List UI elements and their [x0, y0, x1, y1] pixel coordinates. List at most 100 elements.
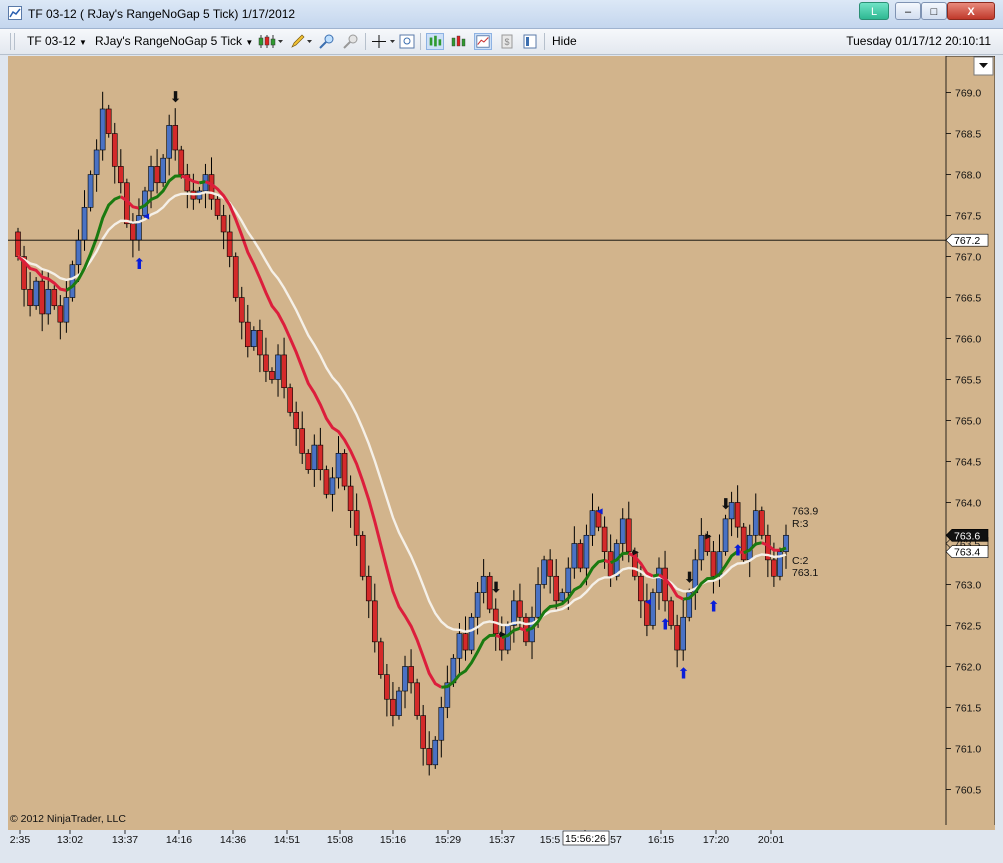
candle-down [57, 305, 64, 323]
last-price-label: 763.6 [954, 530, 980, 542]
candle-up [81, 207, 88, 241]
price-chart[interactable]: ⬆ ⬆ ⬆ ⬆ ⬆ ⬇ ⬇ ⬇ ⬇ ◀ ▶ ◀ ▶ ◀ ▶ 769.0 768.5 768.0 767.5 767.… [8, 56, 995, 830]
hide-button[interactable]: Hide [552, 34, 577, 48]
candle-down [299, 428, 306, 454]
bar-info-text: R:3 [792, 518, 809, 530]
candle-down [759, 510, 765, 536]
chart-trader-icon[interactable] [521, 33, 539, 50]
candle-up [474, 592, 481, 618]
crosshair-icon[interactable] [371, 33, 397, 50]
instrument-selector[interactable]: TF 03-12 ▼ [27, 34, 87, 48]
candle-down [323, 469, 330, 495]
candle-down [577, 543, 584, 569]
candle-down [390, 698, 396, 716]
time-axis: 2:35 13:02 13:37 14:16 14:36 14:51 15:08 15:16 1… [0, 830, 1003, 860]
candle-down [269, 371, 275, 380]
candle-down [214, 198, 221, 216]
price-tick-label: 761.0 [955, 743, 981, 755]
buy-arrow-icon: ⬆ [659, 616, 672, 634]
close-button[interactable]: X [947, 2, 995, 20]
time-tick-label: 15:16 [380, 834, 406, 846]
price-tick-label: 767.0 [955, 252, 981, 264]
candle-down [281, 354, 287, 389]
price-tick-label: 762.5 [955, 620, 981, 632]
candle-down [408, 666, 414, 684]
price-tick-label: 768.0 [955, 170, 981, 182]
candle-down [414, 682, 420, 716]
svg-text:$: $ [505, 37, 510, 47]
bars-type-selector[interactable]: RJay's RangeNoGap 5 Tick ▼ [95, 34, 253, 48]
crosshair-time-label: 15:56:26 [565, 833, 606, 845]
toolbar-separator [544, 33, 545, 50]
signal-marker-icon: ▶ [705, 531, 712, 540]
candle-down [178, 149, 185, 175]
candle-up [583, 534, 590, 569]
copyright-text: © 2012 NinjaTrader, LLC [10, 813, 126, 825]
candle-up [136, 215, 142, 241]
signal-marker-icon: ◀ [143, 212, 150, 221]
price-tick-label: 760.5 [955, 784, 981, 796]
price-tick-label: 762.0 [955, 661, 981, 673]
candle-up [698, 534, 705, 561]
candle-up [45, 289, 52, 315]
time-tick-label: 14:51 [274, 834, 300, 846]
candle-down [347, 485, 354, 511]
candle-down [384, 674, 390, 700]
signal-marker-icon: ▶ [500, 630, 507, 639]
candle-up [505, 625, 511, 651]
horizontal-line-price-label: 767.2 [954, 235, 980, 247]
time-axis-svg: 2:35 13:02 13:37 14:16 14:36 14:51 15:08 15:16 1… [10, 830, 784, 846]
time-tick-label: 2:35 [10, 834, 31, 846]
price-tick-label: 761.5 [955, 702, 981, 714]
candle-down [517, 600, 523, 618]
sell-arrow-icon: ⬇ [683, 569, 696, 587]
price-tick-label: 767.5 [955, 211, 981, 223]
toolbar-datetime: Tuesday 01/17/12 20:10:11 [846, 34, 991, 48]
price-tick-label: 765.0 [955, 416, 981, 428]
candle-down [365, 575, 372, 602]
candle-down [244, 321, 251, 348]
candle-up [468, 616, 475, 651]
bar-chart-icon[interactable] [426, 33, 444, 50]
strategies-icon[interactable] [474, 33, 492, 50]
candle-down [771, 559, 777, 577]
candle-up [402, 666, 408, 692]
minimize-button[interactable]: – [895, 2, 921, 20]
indicators-icon[interactable] [450, 33, 468, 50]
candle-up [99, 108, 106, 151]
time-tick-label: 14:16 [166, 834, 192, 846]
chart-toolbar: TF 03-12 ▼ RJay's RangeNoGap 5 Tick ▼ $ [0, 29, 1003, 55]
candle-down [426, 748, 433, 766]
price-tick-label: 764.5 [955, 456, 981, 468]
chart-app-icon [8, 6, 22, 20]
maximize-button[interactable]: □ [921, 2, 947, 20]
properties-icon[interactable]: $ [498, 33, 516, 50]
candle-up [63, 297, 70, 323]
candlestick-style-icon[interactable] [258, 33, 284, 50]
candle-up [680, 616, 686, 651]
instrument-label: TF 03-12 [27, 34, 76, 48]
candle-down [39, 280, 45, 315]
candle-down [118, 166, 124, 184]
fast-moving-average-line [519, 626, 527, 632]
bar-info-text: 763.9 [792, 506, 818, 518]
buy-arrow-icon: ⬆ [707, 597, 720, 615]
zoom-out-icon[interactable] [342, 33, 360, 50]
bars-type-label: RJay's RangeNoGap 5 Tick [95, 34, 243, 48]
data-box-icon[interactable] [398, 33, 416, 50]
candle-up [752, 510, 759, 536]
candle-up [541, 559, 547, 585]
price-tick-label: 766.0 [955, 334, 981, 346]
signal-marker-icon: ◀ [596, 507, 603, 516]
pencil-draw-icon[interactable] [289, 33, 313, 50]
candle-down [238, 297, 245, 323]
chart-menu-button[interactable] [973, 56, 994, 76]
sell-arrow-icon: ⬇ [490, 578, 503, 596]
candle-down [220, 215, 227, 233]
zoom-in-icon[interactable] [318, 33, 336, 50]
candle-down [638, 575, 644, 602]
candle-up [148, 166, 154, 192]
link-button[interactable]: L [859, 2, 889, 20]
candle-up [160, 157, 166, 184]
candle-up [335, 452, 342, 479]
